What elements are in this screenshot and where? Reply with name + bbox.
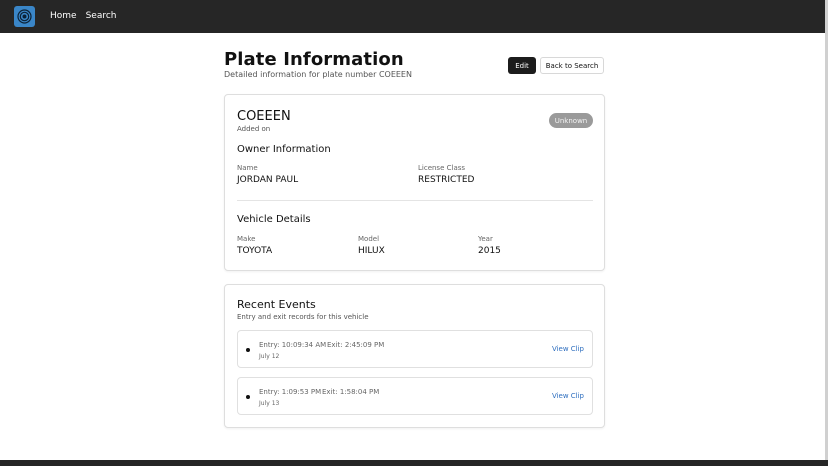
plate-details-card: COEEEN Added on Unknown Owner Informatio…	[224, 94, 605, 271]
year-label: Year	[478, 235, 493, 243]
recent-events-subtitle: Entry and exit records for this vehicle	[237, 313, 369, 321]
model-value: HILUX	[358, 246, 385, 256]
plate-number: COEEEN	[237, 109, 291, 124]
event-date: July 12	[259, 353, 280, 360]
license-class-value: RESTRICTED	[418, 175, 475, 185]
event-date: July 13	[259, 400, 280, 407]
nav-home-link[interactable]: Home	[50, 11, 77, 21]
nav-search-link[interactable]: Search	[86, 11, 117, 21]
added-on-text: Added on	[237, 125, 271, 133]
top-navbar: Home Search	[0, 0, 828, 33]
page-title: Plate Information	[224, 49, 404, 70]
event-row: Entry: 10:09:34 AM Exit: 2:45:09 PM July…	[237, 330, 593, 368]
page-subtitle: Detailed information for plate number CO…	[224, 70, 412, 79]
owner-name-value: JORDAN PAUL	[237, 175, 299, 185]
make-value: TOYOTA	[237, 246, 273, 256]
event-entry-time: Entry: 10:09:34 AM	[259, 341, 327, 349]
owner-info-heading: Owner Information	[237, 144, 331, 155]
status-badge: Unknown	[549, 113, 593, 128]
recent-events-card: Recent Events Entry and exit records for…	[224, 284, 605, 428]
camera-lens-icon[interactable]	[14, 6, 35, 27]
recent-events-heading: Recent Events	[237, 298, 316, 311]
model-label: Model	[358, 235, 380, 243]
view-clip-link[interactable]: View Clip	[552, 392, 584, 400]
bullet-dot-icon	[246, 395, 250, 399]
main-nav: Home Search	[50, 11, 117, 21]
back-to-search-button[interactable]: Back to Search	[540, 57, 604, 74]
owner-name-label: Name	[237, 164, 258, 172]
event-row: Entry: 1:09:53 PM Exit: 1:58:04 PM July …	[237, 377, 593, 415]
event-exit-time: Exit: 2:45:09 PM	[327, 341, 385, 349]
vehicle-details-heading: Vehicle Details	[237, 214, 311, 225]
section-divider	[237, 200, 593, 201]
event-exit-time: Exit: 1:58:04 PM	[322, 388, 380, 396]
year-value: 2015	[478, 246, 501, 256]
license-class-label: License Class	[418, 164, 466, 172]
edit-button[interactable]: Edit	[508, 57, 536, 74]
bottom-bar	[0, 460, 828, 466]
view-clip-link[interactable]: View Clip	[552, 345, 584, 353]
bullet-dot-icon	[246, 348, 250, 352]
make-label: Make	[237, 235, 256, 243]
event-entry-time: Entry: 1:09:53 PM	[259, 388, 322, 396]
